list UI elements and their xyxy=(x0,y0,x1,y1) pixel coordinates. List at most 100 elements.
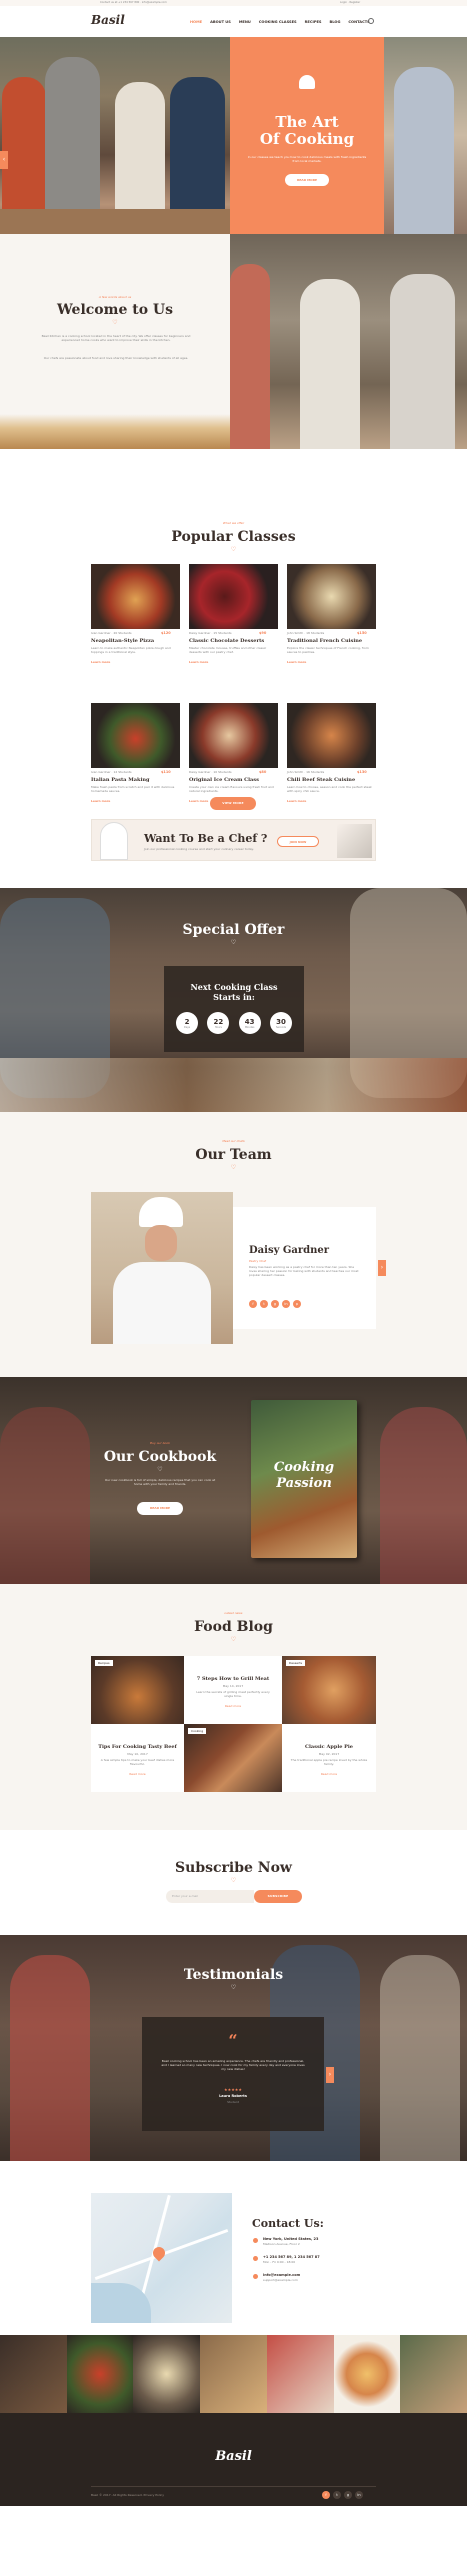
heart-divider-icon: ♡ xyxy=(112,319,118,326)
countdown-counters: 2 Days 22 Hours 43 Minutes 30 Seconds xyxy=(176,1012,292,1034)
search-icon[interactable] xyxy=(368,18,374,24)
subscribe-button[interactable]: SUBSCRIBE xyxy=(254,1890,302,1903)
blog-image-1: Recipes xyxy=(91,1656,184,1724)
nav-item-cooking-classes[interactable]: COOKING CLASSES xyxy=(259,20,297,24)
footer-social-icon[interactable]: f xyxy=(322,2491,330,2499)
testimonial-role: Student xyxy=(227,2100,239,2104)
social-icon[interactable]: f xyxy=(249,1300,257,1308)
countdown-label: Hours xyxy=(214,1025,222,1029)
contact-email-sub[interactable]: support@example.com xyxy=(263,2278,298,2282)
class-title[interactable]: Original Ice Cream Class xyxy=(189,777,259,783)
view-more-button[interactable]: VIEW MORE xyxy=(210,797,256,810)
class-image[interactable] xyxy=(189,703,278,768)
contact-phone-sub: Mon - Fri 9:00 - 18:00 xyxy=(263,2260,296,2264)
class-title[interactable]: Neapolitan-Style Pizza xyxy=(91,638,154,644)
instagram-photo[interactable] xyxy=(266,2335,334,2413)
nav-item-recipes[interactable]: RECIPES xyxy=(305,20,322,24)
blog-post-date-1: May 14, 2017 xyxy=(222,1684,244,1688)
nav-item-about-us[interactable]: ABOUT US xyxy=(210,20,231,24)
class-image[interactable] xyxy=(287,703,376,768)
contact-address-sub: Madison Avenue, Floor 2 xyxy=(263,2242,300,2246)
team-member-role: Pastry Chef xyxy=(249,1259,267,1263)
hero-prev-arrow[interactable]: ‹ xyxy=(0,151,8,169)
blog-card-2[interactable]: Tips For Cooking Tasty Beef May 10, 2017… xyxy=(91,1724,184,1792)
class-image[interactable] xyxy=(91,564,180,629)
blog-card-3[interactable]: Classic Apple Pie May 02, 2017 The tradi… xyxy=(282,1724,376,1792)
class-image[interactable] xyxy=(287,564,376,629)
class-desc: Learn how to choose, season and cook the… xyxy=(287,785,372,793)
footer-social-icon[interactable]: in xyxy=(355,2491,363,2499)
class-learn-more-link[interactable]: Learn more xyxy=(189,660,208,664)
class-card[interactable]: Daisy Gardner · 15 Students $90 Classic … xyxy=(189,564,278,692)
welcome-photo xyxy=(230,234,467,449)
instagram-photo[interactable] xyxy=(66,2335,134,2413)
blog-card-1[interactable]: 7 Steps How to Grill Meat May 14, 2017 L… xyxy=(184,1656,282,1724)
heart-divider-icon: ♡ xyxy=(230,1877,237,1884)
nav-item-blog[interactable]: BLOG xyxy=(330,20,341,24)
class-desc: Make fresh pasta from scratch and pair i… xyxy=(91,785,175,793)
contact-phone: +1 234 567 89, 1 234 567 87 xyxy=(263,2255,320,2259)
class-image[interactable] xyxy=(189,564,278,629)
nav-item-contacts[interactable]: CONTACTS xyxy=(348,20,369,24)
footer-social-icon[interactable]: t xyxy=(333,2491,341,2499)
classes-section: What we offer Popular Classes ♡ Ivan Gar… xyxy=(0,449,467,814)
chef-banner-section: Want To Be a Chef ? Join our professiona… xyxy=(0,814,467,888)
social-icon[interactable]: t xyxy=(260,1300,268,1308)
social-icon[interactable]: in xyxy=(282,1300,290,1308)
nav-item-menu[interactable]: MENU xyxy=(239,20,251,24)
countdown-title-2: Starts in: xyxy=(213,992,255,1002)
class-title[interactable]: Traditional French Cuisine xyxy=(287,638,362,644)
subscribe-email-input[interactable]: Enter your e-mail xyxy=(166,1890,254,1903)
cookbook-read-more-button[interactable]: READ MORE xyxy=(137,1502,183,1515)
class-learn-more-link[interactable]: Learn more xyxy=(189,799,208,803)
contact-email[interactable]: info@example.com xyxy=(263,2273,300,2277)
class-card[interactable]: John Smith · 16 Students $130 Chili Beef… xyxy=(287,703,376,814)
class-title[interactable]: Classic Chocolate Desserts xyxy=(189,638,264,644)
class-learn-more-link[interactable]: Learn more xyxy=(287,660,306,664)
class-learn-more-link[interactable]: Learn more xyxy=(287,799,306,803)
welcome-section: A few words about us Welcome to Us ♡ Bas… xyxy=(0,234,467,449)
phone-icon xyxy=(253,2256,258,2261)
testimonial-next-arrow[interactable]: › xyxy=(326,2067,334,2083)
countdown-value: 2 xyxy=(184,1017,190,1026)
class-learn-more-link[interactable]: Learn more xyxy=(91,660,110,664)
social-icon[interactable]: g xyxy=(271,1300,279,1308)
heart-divider-icon: ♡ xyxy=(230,1164,237,1171)
class-title[interactable]: Italian Pasta Making xyxy=(91,777,150,783)
class-meta: Daisy Gardner · 15 Students xyxy=(189,631,232,635)
social-icon[interactable]: p xyxy=(293,1300,301,1308)
class-card[interactable]: Ivan Gardner · 12 Students $110 Italian … xyxy=(91,703,180,814)
nav-item-home[interactable]: HOME xyxy=(190,20,202,24)
team-next-arrow[interactable]: › xyxy=(378,1260,386,1276)
class-title[interactable]: Chili Beef Steak Cuisine xyxy=(287,777,355,783)
instagram-photo[interactable] xyxy=(133,2335,201,2413)
blog-read-more-link-3[interactable]: Read more xyxy=(282,1772,376,1776)
join-now-button[interactable]: JOIN NOW xyxy=(277,836,319,847)
class-card[interactable]: John Smith · 18 Students $150 Traditiona… xyxy=(287,564,376,692)
class-learn-more-link[interactable]: Learn more xyxy=(91,799,110,803)
countdown-days: 2 Days xyxy=(176,1012,198,1034)
chef-photo xyxy=(91,1192,233,1344)
blog-tag-1: Recipes xyxy=(95,1660,113,1666)
blog-tag-3: Desserts xyxy=(286,1660,306,1666)
heart-divider-icon: ♡ xyxy=(230,546,237,553)
contact-map[interactable] xyxy=(91,2193,232,2323)
footer-social-icon[interactable]: g xyxy=(344,2491,352,2499)
blog-read-more-link-1[interactable]: Read more xyxy=(184,1704,282,1708)
hero-read-more-button[interactable]: READ MORE xyxy=(285,174,329,186)
countdown-label: Minutes xyxy=(244,1025,255,1029)
team-eyebrow: Meet our chefs xyxy=(222,1139,245,1143)
blog-read-more-link-2[interactable]: Read more xyxy=(91,1772,184,1776)
class-card[interactable]: Ivan Gardner · 20 Students $120 Neapolit… xyxy=(91,564,180,692)
logo[interactable]: Basil xyxy=(91,13,125,27)
welcome-paragraph-2: Our chefs are passionate about food and … xyxy=(43,356,189,360)
footer-logo[interactable]: Basil xyxy=(0,2449,467,2464)
cookbook-bg-person xyxy=(0,1407,90,1584)
instagram-photo[interactable] xyxy=(333,2335,401,2413)
instagram-photo[interactable] xyxy=(400,2335,467,2413)
instagram-photo[interactable] xyxy=(0,2335,67,2413)
instagram-photo[interactable] xyxy=(200,2335,267,2413)
class-image[interactable] xyxy=(91,703,180,768)
top-bar-login[interactable]: Login · Register xyxy=(340,1,360,4)
countdown-label: Seconds xyxy=(275,1025,286,1029)
